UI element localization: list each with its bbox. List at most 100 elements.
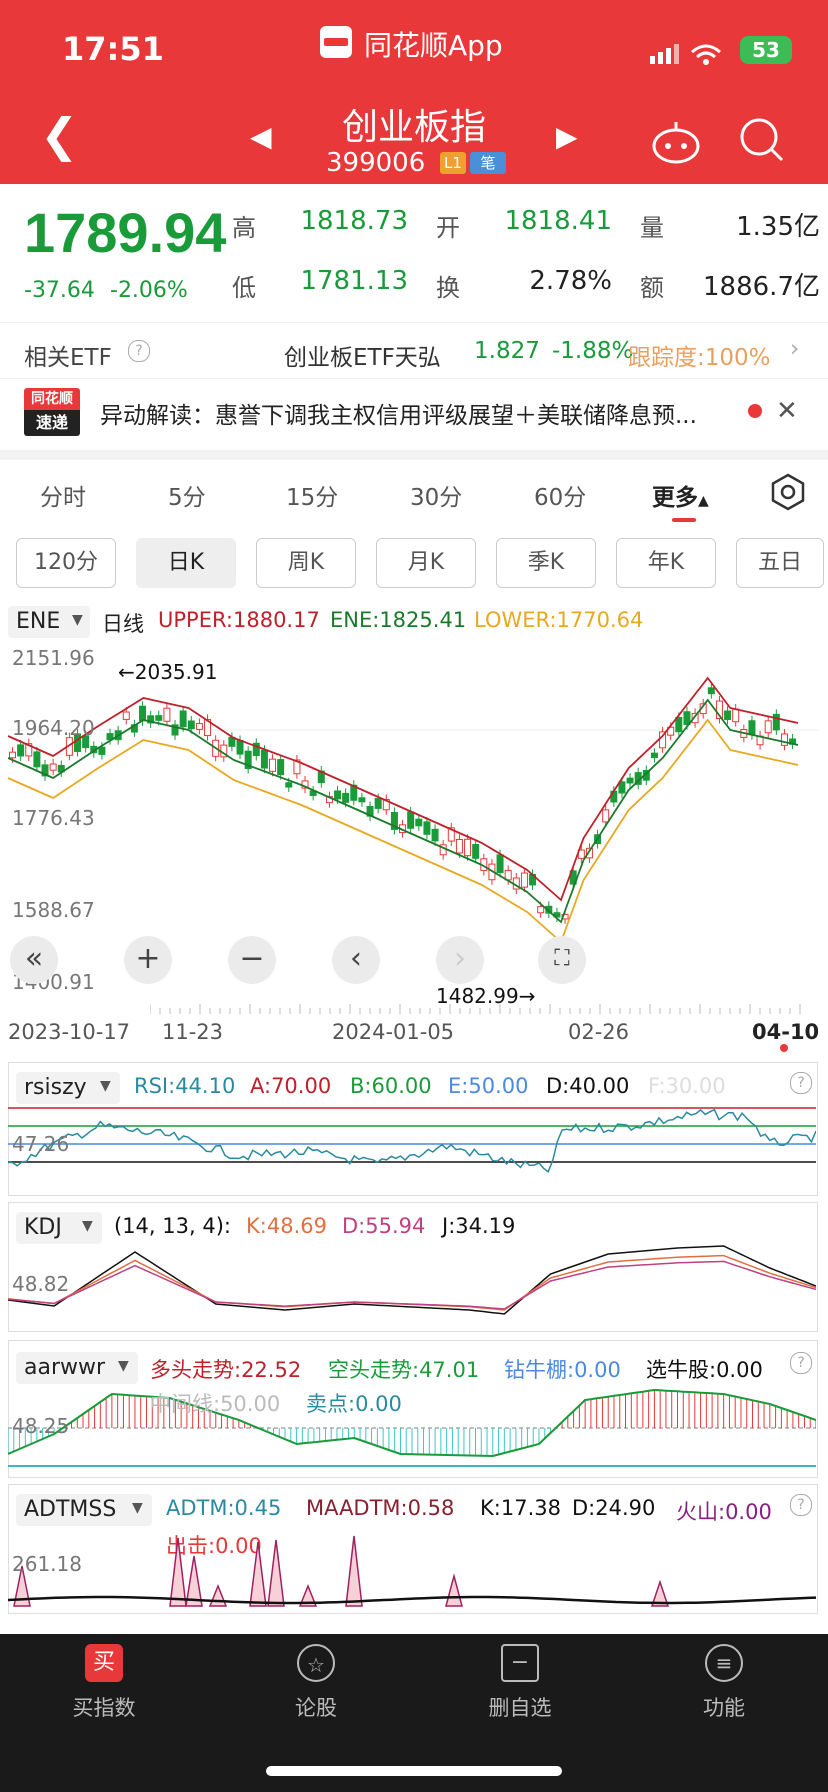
dropdown-caret-icon: ▼ — [118, 1358, 129, 1374]
price-change: -37.64 — [24, 278, 95, 303]
aar-bear: 空头走势:47.01 — [328, 1358, 480, 1382]
scroll-right-button[interactable]: › — [436, 936, 484, 984]
scroll-left-button[interactable]: ‹ — [332, 936, 380, 984]
chevron-right-icon: › — [790, 336, 800, 362]
next-stock-button[interactable]: ▶ — [556, 120, 578, 153]
aarwwr-chart — [8, 1388, 816, 1467]
kdj-dropdown[interactable]: KDJ ▼ — [16, 1212, 102, 1244]
close-icon[interactable]: ✕ — [776, 396, 798, 426]
candle-body — [195, 723, 203, 730]
candle-body — [780, 733, 788, 746]
news-headline[interactable]: 异动解读：惠誉下调我主权信用评级展望＋美联储降息预... — [100, 396, 740, 430]
candle-body — [187, 720, 195, 730]
robot-icon[interactable] — [650, 118, 702, 166]
nav-discuss[interactable]: ☆ 论股 — [256, 1644, 376, 1758]
search-icon[interactable] — [738, 116, 786, 164]
dropdown-caret-icon: ▼ — [100, 1078, 111, 1094]
help-icon[interactable]: ? — [790, 1072, 812, 1094]
candle-body — [139, 705, 147, 722]
nav-label: 删自选 — [488, 1696, 552, 1720]
adtmss-dropdown[interactable]: ADTMSS ▼ — [16, 1494, 152, 1526]
kbtn-5day[interactable]: 五日 — [736, 538, 824, 588]
aarwwr-name: aarwwr — [24, 1355, 106, 1380]
zoom-out-button[interactable]: − — [228, 936, 276, 984]
low-value: 1781.13 — [300, 266, 408, 296]
kbtn-year[interactable]: 年K — [616, 538, 716, 588]
date-label-4: 02-26 — [568, 1020, 630, 1044]
adt-spike — [345, 1535, 363, 1607]
dropdown-caret-icon: ▼ — [72, 612, 83, 628]
ene-dropdown[interactable]: ENE ▼ — [8, 606, 90, 638]
kbtn-month[interactable]: 月K — [376, 538, 476, 588]
high-marker: ←2035.91 — [118, 660, 218, 684]
nav-functions[interactable]: ≡ 功能 — [664, 1644, 784, 1758]
news-logo: 同花顺 速递 — [24, 388, 80, 438]
adt-spike — [267, 1539, 285, 1607]
candle-body — [269, 758, 277, 772]
help-icon[interactable]: ? — [128, 340, 150, 362]
adt-spike — [208, 1583, 228, 1607]
tab-5m[interactable]: 5分 — [168, 478, 206, 512]
open-value: 1818.41 — [504, 206, 612, 236]
kbtn-week[interactable]: 周K — [256, 538, 356, 588]
candle-body — [155, 715, 163, 721]
volume-label: 量 — [640, 214, 664, 242]
adt-spike — [169, 1537, 187, 1607]
candle-body — [724, 710, 732, 720]
tab-15m[interactable]: 15分 — [286, 478, 338, 512]
candle-body — [49, 763, 57, 771]
fullscreen-button[interactable]: ⛶ — [538, 936, 586, 984]
zoom-in-button[interactable]: + — [124, 936, 172, 984]
tab-fenshi[interactable]: 分时 — [40, 478, 86, 512]
collapse-left-button[interactable]: « — [10, 936, 58, 984]
tab-30m[interactable]: 30分 — [410, 478, 462, 512]
candle-body — [464, 838, 472, 857]
aarwwr-dropdown[interactable]: aarwwr ▼ — [16, 1352, 138, 1384]
date-label-3: 2024-01-05 — [332, 1020, 455, 1044]
aar-pick: 选牛股:0.00 — [646, 1358, 763, 1382]
candle-body — [650, 752, 658, 759]
divider — [0, 322, 828, 323]
top-header: 17:51 同花顺App 53 ❮ ◀ 创业板指 ▶ 399006 L1 笔 — [0, 0, 828, 184]
battery-indicator: 53 — [740, 36, 792, 64]
adt-y-tick: 261.18 — [12, 1552, 82, 1576]
settings-hexagon-icon[interactable] — [768, 472, 808, 512]
help-icon[interactable]: ? — [790, 1494, 812, 1516]
kbtn-quarter[interactable]: 季K — [496, 538, 596, 588]
rsi-dropdown[interactable]: rsiszy ▼ — [16, 1072, 120, 1104]
help-icon[interactable]: ? — [790, 1352, 812, 1374]
app-name: 同花顺App — [364, 29, 503, 62]
candle-body — [33, 751, 41, 768]
kbtn-day[interactable]: 日K — [136, 538, 236, 588]
related-etf-row[interactable]: 相关ETF ? 创业板ETF天弘 1.827 -1.88% 跟踪度:100% › — [24, 332, 814, 376]
amount-value: 1886.7亿 — [703, 272, 820, 302]
kdj-params: (14, 13, 4): — [114, 1214, 231, 1238]
tab-60m[interactable]: 60分 — [534, 478, 586, 512]
candle-body — [626, 777, 634, 784]
tab-more[interactable]: 更多▲ — [652, 478, 709, 512]
tab-more-label: 更多 — [652, 485, 698, 511]
ene-period: 日线 — [102, 612, 144, 636]
candle-body — [374, 798, 382, 809]
ene-line — [8, 698, 799, 924]
etf-track: 跟踪度:100% — [628, 345, 771, 371]
adt-ma: MAADTM:0.58 — [306, 1496, 455, 1520]
rsi-name: rsiszy — [24, 1075, 87, 1100]
candle-body — [98, 746, 106, 755]
dropdown-caret-icon: ▼ — [82, 1218, 93, 1234]
star-icon: ☆ — [297, 1644, 335, 1682]
high-label: 高 — [232, 214, 256, 242]
buy-icon: 买 — [85, 1644, 123, 1682]
ene-name: ENE — [16, 609, 61, 634]
nav-remove-watch[interactable]: − 删自选 — [460, 1644, 580, 1758]
turnover-label: 换 — [436, 274, 460, 302]
bi-badge: 笔 — [470, 152, 506, 174]
kbtn-120m[interactable]: 120分 — [16, 538, 116, 588]
nav-buy-index[interactable]: 买 买指数 — [44, 1644, 164, 1758]
menu-icon: ≡ — [705, 1644, 743, 1682]
candle-body — [423, 821, 431, 835]
adt-volcano: 火山:0.00 — [676, 1500, 772, 1524]
rsi-value: RSI:44.10 — [134, 1074, 236, 1098]
rsi-a: A:70.00 — [250, 1074, 332, 1098]
aar-drill: 钻牛棚:0.00 — [504, 1358, 621, 1382]
